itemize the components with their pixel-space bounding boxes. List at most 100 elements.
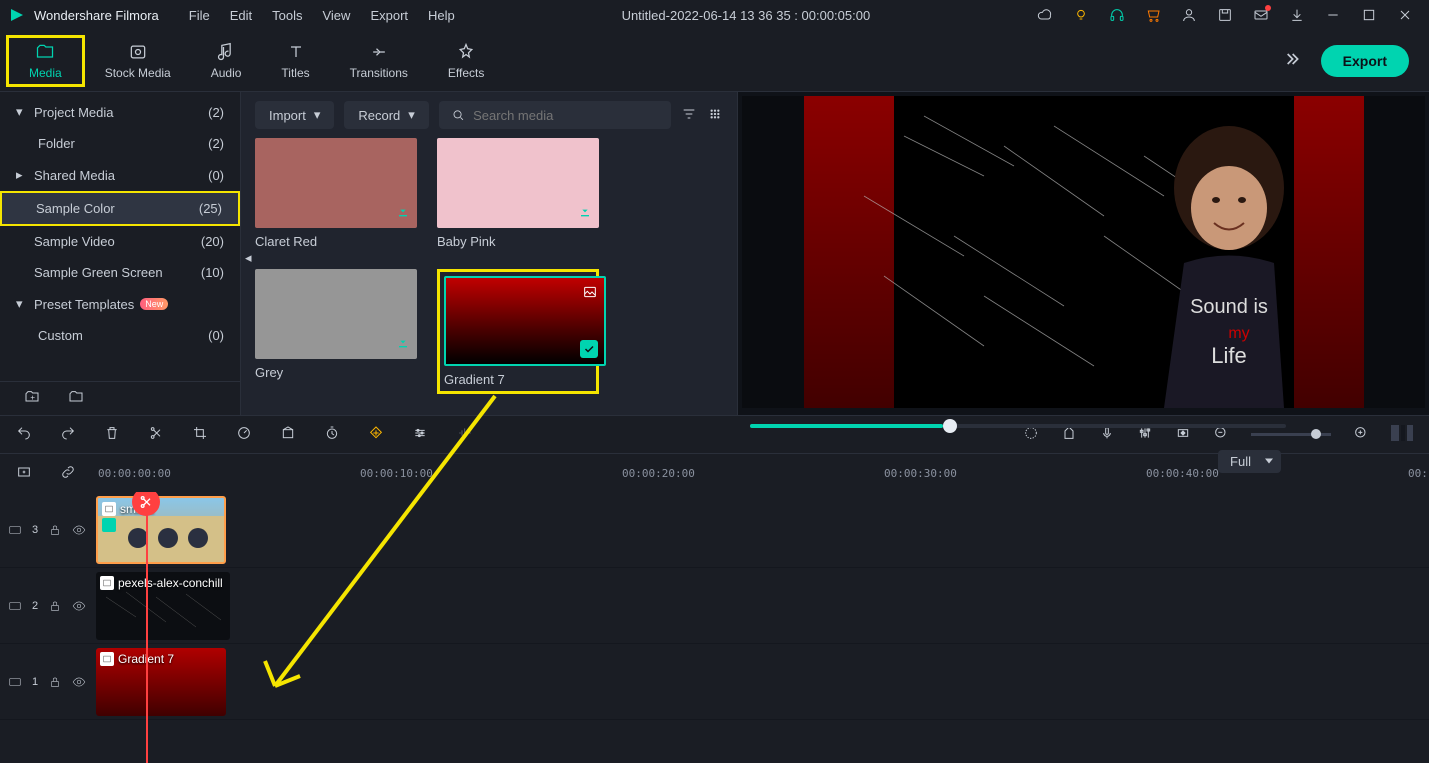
scrub-handle[interactable]: [943, 419, 957, 433]
download-icon: [395, 334, 411, 353]
main-area: ▾ Project Media (2) Folder (2) ▸ Shared …: [0, 92, 1429, 415]
browser-toolbar: Import ▾ Record ▾: [241, 92, 737, 138]
track-header: 2: [0, 568, 96, 643]
sidebar-footer: [0, 381, 240, 415]
crop-icon[interactable]: [192, 425, 208, 444]
zoom-slider[interactable]: [1251, 433, 1331, 436]
app-name: Wondershare Filmora: [34, 8, 159, 23]
fit-icon[interactable]: [1391, 425, 1413, 444]
tree-preset-templates[interactable]: ▾ Preset Templates New: [0, 288, 240, 320]
tracks-container[interactable]: 3 smile2 2: [0, 492, 1429, 763]
preview-canvas[interactable]: Sound is my Life: [742, 96, 1425, 408]
menu-tools[interactable]: Tools: [272, 8, 302, 23]
lock-icon[interactable]: [48, 675, 62, 689]
eye-icon[interactable]: [72, 599, 86, 613]
save-icon[interactable]: [1217, 7, 1233, 23]
chevron-down-icon: ▾: [408, 107, 415, 123]
folder-icon[interactable]: [68, 389, 84, 408]
video-track-icon: [8, 599, 22, 613]
filter-icon[interactable]: [681, 106, 697, 125]
clip-icon: [100, 652, 114, 666]
thumb-baby-pink[interactable]: Baby Pink: [437, 138, 599, 249]
link-icon[interactable]: [60, 464, 76, 483]
add-track-icon[interactable]: [16, 464, 32, 483]
zoom-in-icon[interactable]: [1353, 425, 1369, 444]
chevron-down-icon: ▾: [314, 107, 321, 123]
svg-text:my: my: [1228, 325, 1249, 342]
menu-export[interactable]: Export: [370, 8, 408, 23]
undo-icon[interactable]: [16, 425, 32, 444]
menu-view[interactable]: View: [322, 8, 350, 23]
tree-project-media[interactable]: ▾ Project Media (2): [0, 96, 240, 128]
playhead[interactable]: [146, 492, 148, 763]
adjust-icon[interactable]: [412, 425, 428, 444]
sidebar: ▾ Project Media (2) Folder (2) ▸ Shared …: [0, 92, 240, 415]
tree-custom[interactable]: Custom (0): [0, 320, 240, 351]
download-icon[interactable]: [1289, 7, 1305, 23]
freeze-icon[interactable]: [280, 425, 296, 444]
cloud-icon[interactable]: [1037, 7, 1053, 23]
scrub-track[interactable]: [750, 424, 1286, 428]
timeline-ruler[interactable]: 00:00:00:00 00:00:10:00 00:00:20:00 00:0…: [0, 454, 1429, 492]
title-bar: Wondershare Filmora File Edit Tools View…: [0, 0, 1429, 30]
tab-effects[interactable]: Effects: [428, 38, 504, 84]
clip-icon: [102, 502, 116, 516]
thumb-claret-red[interactable]: Claret Red: [255, 138, 417, 249]
cart-icon[interactable]: [1145, 7, 1161, 23]
track-1: 1 Gradient 7: [0, 644, 1429, 720]
lightbulb-icon[interactable]: [1073, 7, 1089, 23]
duration-icon[interactable]: [324, 425, 340, 444]
tree-folder[interactable]: Folder (2): [0, 128, 240, 159]
tree-sample-video[interactable]: Sample Video (20): [0, 226, 240, 257]
mail-icon[interactable]: [1253, 7, 1269, 23]
redo-icon[interactable]: [60, 425, 76, 444]
track-label: 2: [32, 600, 38, 612]
tab-stock-media[interactable]: Stock Media: [85, 38, 191, 84]
clip-smile2[interactable]: smile2: [96, 496, 226, 564]
lock-icon[interactable]: [48, 523, 62, 537]
tree-sample-green-screen[interactable]: Sample Green Screen (10): [0, 257, 240, 288]
headset-icon[interactable]: [1109, 7, 1125, 23]
zoom-handle[interactable]: [1311, 429, 1321, 439]
timeline-toolbar: [0, 416, 1429, 454]
import-dropdown[interactable]: Import ▾: [255, 101, 334, 129]
clip-gradient-7[interactable]: Gradient 7: [96, 648, 226, 716]
speed-icon[interactable]: [236, 425, 252, 444]
chevron-right-icon: ▸: [16, 167, 28, 183]
split-icon[interactable]: [148, 425, 164, 444]
track-header: 1: [0, 644, 96, 719]
maximize-icon[interactable]: [1361, 7, 1377, 23]
menu-edit[interactable]: Edit: [230, 8, 252, 23]
eye-icon[interactable]: [72, 675, 86, 689]
more-tabs-icon[interactable]: [1281, 49, 1301, 72]
tab-audio[interactable]: Audio: [191, 38, 262, 84]
menu-file[interactable]: File: [189, 8, 210, 23]
export-button[interactable]: Export: [1321, 45, 1409, 77]
tab-media[interactable]: Media: [6, 35, 85, 87]
preview-content: Sound is my Life: [804, 96, 1364, 408]
menu-help[interactable]: Help: [428, 8, 455, 23]
media-tree: ▾ Project Media (2) Folder (2) ▸ Shared …: [0, 92, 240, 381]
lock-icon[interactable]: [48, 599, 62, 613]
download-icon: [395, 203, 411, 222]
eye-icon[interactable]: [72, 523, 86, 537]
clip-icon: [100, 576, 114, 590]
grid-view-icon[interactable]: [707, 106, 723, 125]
record-dropdown[interactable]: Record ▾: [344, 101, 428, 129]
search-box[interactable]: [439, 101, 671, 129]
tree-shared-media[interactable]: ▸ Shared Media (0): [0, 159, 240, 191]
tree-sample-color[interactable]: Sample Color (25): [0, 191, 240, 226]
search-input[interactable]: [473, 108, 659, 123]
thumb-grey[interactable]: Grey: [255, 269, 417, 394]
thumb-gradient-7[interactable]: Gradient 7: [437, 269, 599, 394]
user-icon[interactable]: [1181, 7, 1197, 23]
minimize-icon[interactable]: [1325, 7, 1341, 23]
color-match-icon[interactable]: [368, 425, 384, 444]
clip-pexels[interactable]: pexels-alex-conchill: [96, 572, 230, 640]
tab-transitions[interactable]: Transitions: [330, 38, 428, 84]
audio-adjust-icon[interactable]: [456, 425, 472, 444]
new-folder-icon[interactable]: [24, 389, 40, 408]
tab-titles[interactable]: Titles: [261, 38, 329, 84]
delete-icon[interactable]: [104, 425, 120, 444]
close-icon[interactable]: [1397, 7, 1413, 23]
